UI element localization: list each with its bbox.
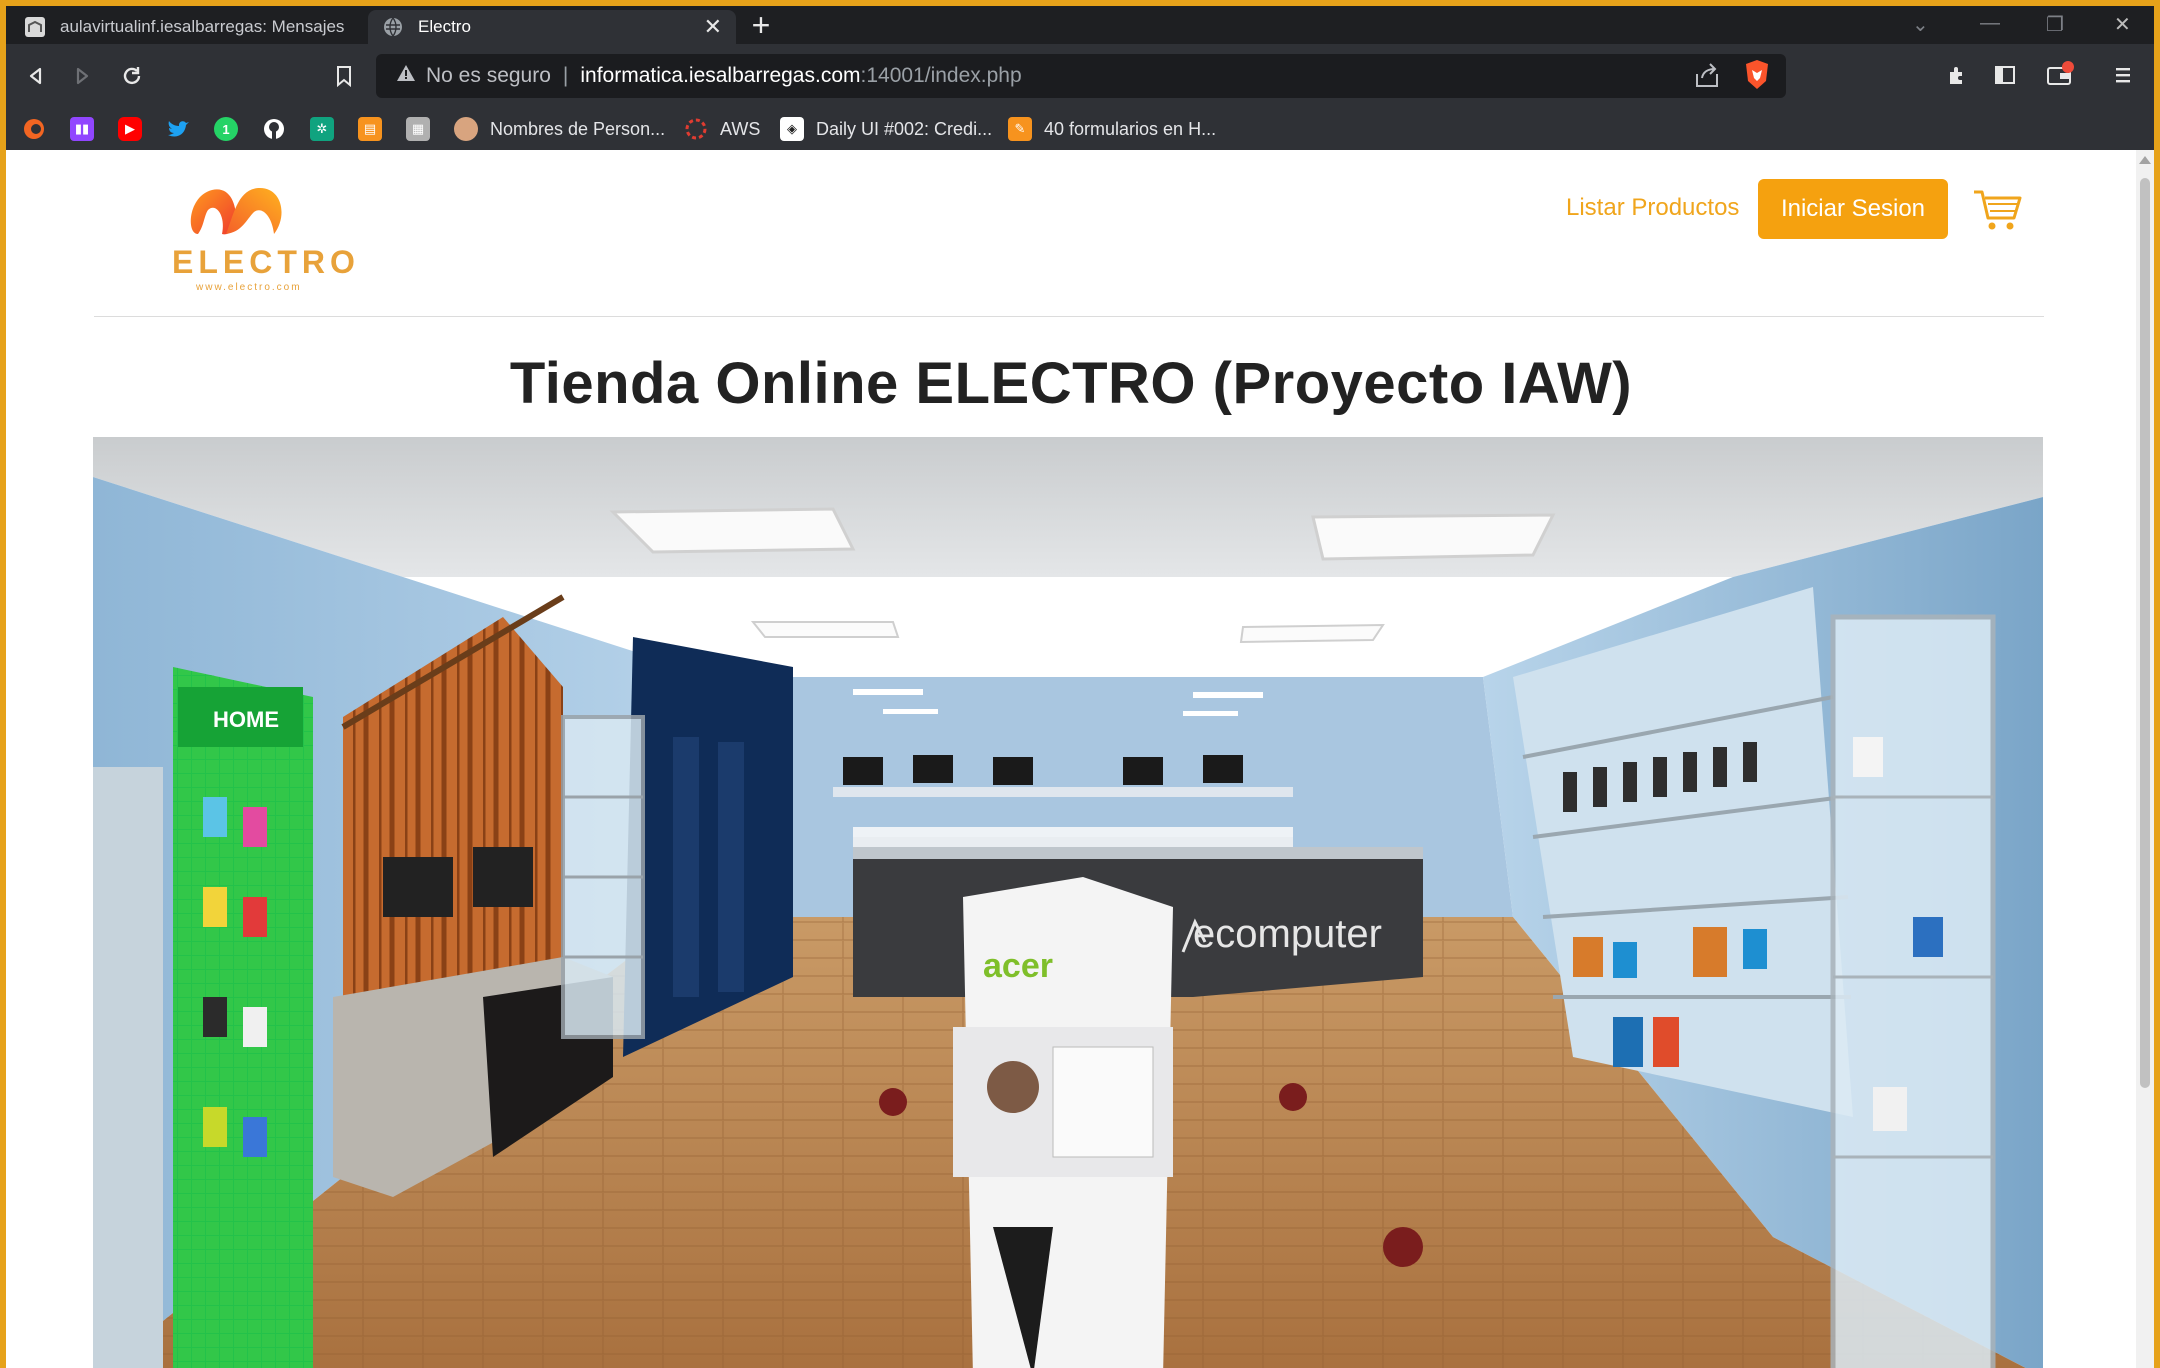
new-tab-button[interactable]: + [744,9,778,44]
browser-window: aulavirtualinf.iesalbarregas: Mensajes E… [6,6,2154,1368]
wallet-icon[interactable] [2044,58,2078,92]
brave-shields-icon[interactable] [1742,58,1772,98]
store-interior-image: ecomputer HOME acer [93,437,2043,1368]
url-path[interactable]: :14001/index.php [861,64,1022,88]
bookmarks-bar: ▮▮ ▶ 1 ✲ ▤ ▦ Nombres de Person... AWS ◈ D… [6,108,2154,150]
pencil-icon: ✎ [1008,117,1032,141]
security-label[interactable]: No es seguro [426,64,551,88]
bookmark-whatsapp[interactable]: 1 [214,114,238,144]
scroll-up-icon[interactable] [2139,156,2151,164]
iniciar-sesion-button[interactable]: Iniciar Sesion [1758,179,1948,239]
bookmark-aws[interactable]: AWS [684,114,760,144]
bookmark-nombres[interactable]: Nombres de Person... [454,114,665,144]
bookmark-twitter[interactable] [166,114,190,144]
bookmark-icon[interactable] [326,58,362,94]
bookmark-chatgpt[interactable]: ✲ [310,114,334,144]
bookmark-twitch[interactable]: ▮▮ [70,114,94,144]
aws-icon [684,117,708,141]
scrollbar-thumb[interactable] [2140,178,2150,1088]
web-page: ELECTRO www.electro.com Listar Productos… [6,150,2136,1368]
page-scrollbar[interactable] [2136,150,2154,1368]
rack-sign: HOME [213,707,279,732]
twitch-icon: ▮▮ [70,117,94,141]
minimize-icon[interactable]: — [1980,12,2000,35]
header-divider [94,316,2044,317]
address-bar[interactable]: No es seguro | informatica.iesalbarregas… [376,54,1786,98]
close-tab-icon[interactable]: ✕ [704,14,722,40]
bookmark-label: 40 formularios en H... [1044,118,1217,139]
close-window-icon[interactable]: ✕ [2114,12,2131,37]
bookmark-youtube[interactable]: ▶ [118,114,142,144]
bookmark-label: AWS [720,118,761,139]
extensions-icon[interactable] [1940,58,1974,92]
listar-productos-link[interactable]: Listar Productos [1566,194,1739,222]
forward-icon[interactable] [64,58,100,94]
warning-icon [396,64,416,88]
tab-title: aulavirtualinf.iesalbarregas: Mensajes [60,17,345,36]
cart-icon[interactable] [1972,184,2022,234]
restore-icon[interactable]: ❐ [2046,12,2064,37]
logo-url: www.electro.com [196,282,302,293]
bookmark-label: Nombres de Person... [490,118,666,139]
avatar-icon [454,117,478,141]
bookmark-github[interactable] [262,114,286,144]
tab-electro[interactable]: Electro ✕ [368,10,736,44]
stand-brand: acer [983,947,1053,985]
page-title: Tienda Online ELECTRO (Proyecto IAW) [509,351,1633,416]
youtube-icon: ▶ [118,117,142,141]
dailyui-icon: ◈ [780,117,804,141]
tab-search-icon[interactable]: ⌄ [1912,12,1929,37]
moodle-favicon-icon [24,16,46,38]
toolbar: No es seguro | informatica.iesalbarregas… [6,44,2154,108]
tab-strip: aulavirtualinf.iesalbarregas: Mensajes E… [6,6,2154,44]
moodle-icon: ▦ [406,117,430,141]
bookmark-moodle[interactable]: ▦ [406,114,430,144]
tab-title: Electro [418,17,471,36]
globe-icon [382,16,404,38]
twitter-icon [166,117,190,141]
bookmark-dailyui[interactable]: ◈ Daily UI #002: Credi... [780,114,992,144]
url-host[interactable]: informatica.iesalbarregas.com [580,64,860,88]
bookmark-orange-doc[interactable]: ▤ [358,114,382,144]
bookmark-formularios[interactable]: ✎ 40 formularios en H... [1008,114,1216,144]
share-icon[interactable] [1693,60,1721,96]
ecomputer-sign: ecomputer [1193,912,1382,956]
bookmark-label: Daily UI #002: Credi... [816,118,993,139]
tab-aulavirtual[interactable]: aulavirtualinf.iesalbarregas: Mensajes [10,10,366,44]
menu-icon[interactable] [2106,58,2140,92]
reload-icon[interactable] [114,58,150,94]
url-separator: | [562,64,569,87]
openai-icon: ✲ [310,117,334,141]
bookmark-orange-arc[interactable] [22,114,46,144]
sidebar-icon[interactable] [1988,58,2022,92]
github-icon [262,117,286,141]
whatsapp-icon: 1 [214,117,238,141]
back-icon[interactable] [18,58,54,94]
orange-doc-icon: ▤ [358,117,382,141]
orange-arc-icon [22,117,46,141]
logo-text: ELECTRO [172,244,360,280]
